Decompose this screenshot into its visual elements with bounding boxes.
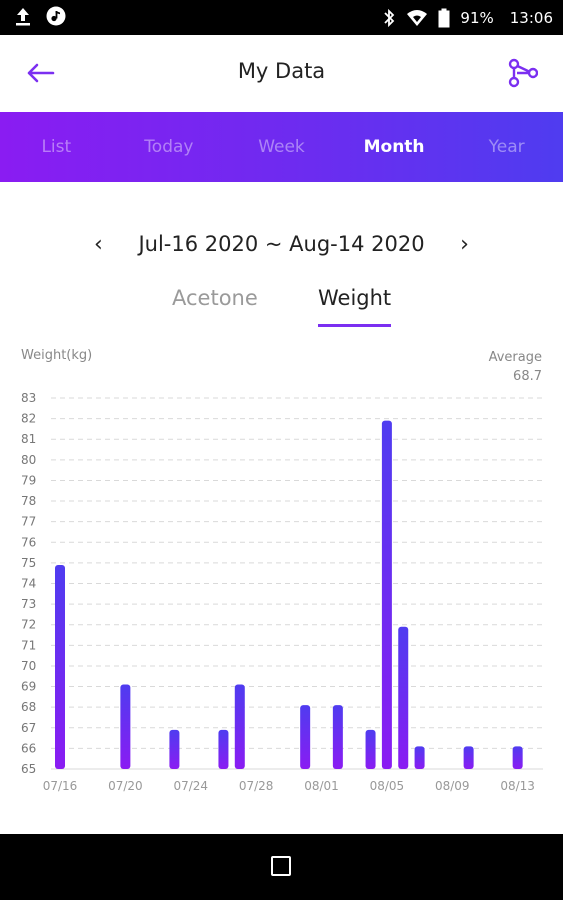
y-tick-label: 66: [21, 741, 36, 755]
share-icon: [508, 58, 538, 88]
y-tick-label: 80: [21, 453, 36, 467]
chart-bar[interactable]: [120, 684, 131, 769]
chart-bar[interactable]: [512, 746, 523, 769]
y-tick-label: 68: [21, 700, 36, 714]
y-tick-label: 77: [21, 515, 36, 529]
x-tick-label: 07/20: [108, 779, 143, 793]
music-app-icon: [46, 6, 66, 26]
battery-icon: [438, 8, 450, 28]
y-tick-label: 82: [21, 412, 36, 426]
chart-bar[interactable]: [218, 729, 229, 769]
tab-list[interactable]: List: [0, 112, 113, 182]
bluetooth-icon: [382, 8, 396, 28]
share-button[interactable]: [505, 55, 541, 91]
x-tick-label: 08/13: [500, 779, 535, 793]
system-nav-bar: [0, 834, 563, 900]
clock: 13:06: [509, 8, 553, 27]
battery-percent: 91%: [460, 8, 494, 27]
x-tick-label: 07/28: [239, 779, 274, 793]
y-tick-label: 72: [21, 618, 36, 632]
date-range-label: Jul-16 2020 ~ Aug-14 2020: [138, 232, 425, 256]
chart-bar[interactable]: [55, 564, 65, 769]
tab-weight-label: Weight: [318, 286, 392, 310]
y-tick-label: 81: [21, 432, 36, 446]
tab-month[interactable]: Month: [338, 112, 451, 182]
y-tick-label: 73: [21, 597, 36, 611]
tab-acetone-label: Acetone: [172, 286, 258, 310]
y-tick-label: 65: [21, 762, 36, 776]
chart-bar[interactable]: [365, 729, 376, 769]
y-tick-label: 79: [21, 473, 36, 487]
chart-bar[interactable]: [398, 626, 409, 769]
app-bar: My Data: [0, 35, 563, 112]
tab-acetone[interactable]: Acetone: [172, 286, 258, 310]
tab-weight[interactable]: Weight: [318, 286, 392, 327]
previous-range-button[interactable]: ‹: [86, 232, 110, 257]
weight-bar-chart: 65 66 67 68 69 70 71 72 73 74 75 76 77 78 79 80 81 82 83 07…: [21, 391, 543, 793]
chart-bar[interactable]: [169, 729, 180, 769]
y-tick-label: 74: [21, 577, 36, 591]
y-tick-label: 67: [21, 721, 36, 735]
status-bar: 91% 13:06: [0, 0, 563, 35]
tab-week[interactable]: Week: [225, 112, 338, 182]
y-tick-label: 71: [21, 638, 36, 652]
average-label: Average: [488, 350, 542, 365]
home-button[interactable]: [271, 856, 291, 876]
tab-today[interactable]: Today: [113, 112, 226, 182]
x-tick-label: 08/09: [435, 779, 470, 793]
y-tick-label: 76: [21, 535, 36, 549]
y-tick-label: 75: [21, 556, 36, 570]
wifi-icon: [406, 9, 428, 27]
x-tick-label: 08/01: [304, 779, 339, 793]
x-tick-label: 07/24: [173, 779, 208, 793]
chart-bar[interactable]: [234, 684, 245, 769]
period-tabs: List Today Week Month Year: [0, 112, 563, 182]
y-tick-label: 83: [21, 391, 36, 405]
active-tab-indicator: [318, 324, 392, 327]
y-tick-label: 69: [21, 680, 36, 694]
upload-icon: [14, 6, 32, 26]
y-tick-label: 78: [21, 494, 36, 508]
chart-y-axis-title: Weight(kg): [21, 348, 93, 363]
chart-bar[interactable]: [463, 746, 474, 769]
chart-bar[interactable]: [381, 420, 392, 769]
y-tick-label: 70: [21, 659, 36, 673]
tab-year[interactable]: Year: [450, 112, 563, 182]
chart-bar[interactable]: [414, 746, 425, 769]
x-tick-label: 08/05: [370, 779, 405, 793]
chart-bar[interactable]: [332, 705, 343, 769]
metric-tabs: Acetone Weight: [0, 282, 563, 330]
next-range-button[interactable]: ›: [453, 232, 477, 257]
date-range-selector: ‹ Jul-16 2020 ~ Aug-14 2020 ›: [0, 226, 563, 262]
x-tick-label: 07/16: [43, 779, 78, 793]
chart-bar[interactable]: [300, 705, 311, 769]
page-title: My Data: [237, 59, 326, 83]
